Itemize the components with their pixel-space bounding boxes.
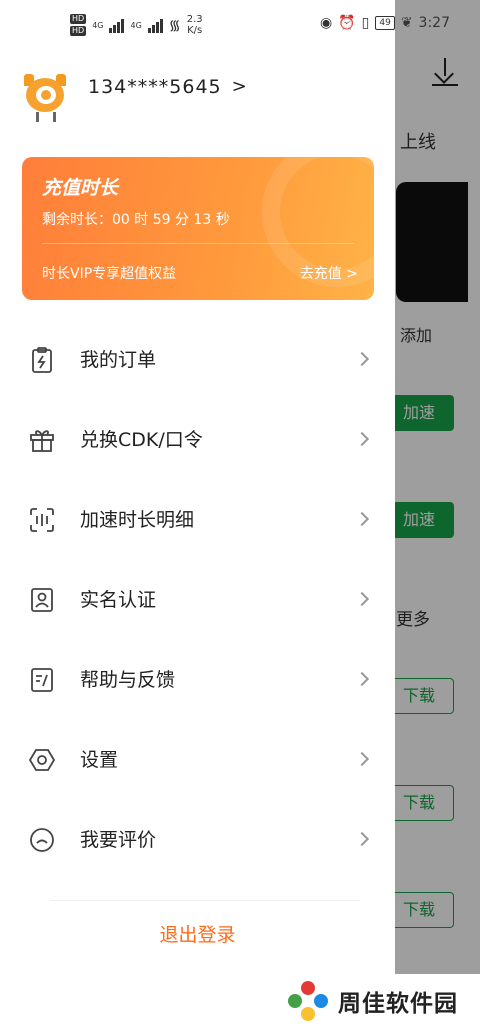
- signal-icon: [147, 17, 163, 33]
- scan-detail-icon: [30, 508, 54, 532]
- chevron-right-icon: [354, 751, 370, 767]
- wifi-icon: ᯾: [168, 17, 181, 34]
- battery-icon: 49: [375, 16, 395, 30]
- feedback-icon: [31, 668, 53, 692]
- hd-badge: HD: [70, 14, 87, 24]
- divider: [50, 900, 360, 901]
- hd-badge: HD: [70, 26, 87, 36]
- status-left: HD HD 4G 4G ᯾ 2.3 K/s: [70, 14, 203, 36]
- id-card-icon: [31, 588, 53, 612]
- chevron-right-icon: [354, 351, 370, 367]
- card-divider: [42, 243, 354, 244]
- phone-number: 134****5645: [88, 76, 222, 98]
- menu-label: 实名认证: [80, 589, 157, 611]
- menu-item-my-orders[interactable]: 我的订单: [0, 320, 395, 400]
- menu-label: 帮助与反馈: [80, 669, 176, 691]
- hexagon-settings-icon: [28, 749, 56, 771]
- hd-badges: HD HD: [70, 14, 87, 36]
- chevron-right-icon: >: [231, 76, 247, 97]
- gift-icon: [30, 430, 54, 452]
- menu-label: 设置: [80, 749, 119, 771]
- chevron-right-icon: [354, 511, 370, 527]
- chevron-right-icon: [354, 591, 370, 607]
- drawer-menu: 我的订单 兑换CDK/口令 加速时长明细 实名认证 帮助与反馈 设置 我要评价: [0, 320, 395, 880]
- vip-benefits-text: 时长VIP专享超值权益: [42, 266, 177, 282]
- watermark-logo-icon: [286, 979, 330, 1023]
- menu-item-time-details[interactable]: 加速时长明细: [0, 480, 395, 560]
- menu-label: 兑换CDK/口令: [80, 429, 203, 451]
- signal-icon: [109, 17, 125, 33]
- clock-time: 3:27: [418, 15, 450, 31]
- side-drawer: 134****5645 > 充值时长 剩余时长：00 时 59 分 13 秒 时…: [0, 0, 395, 1027]
- menu-label: 我要评价: [80, 829, 157, 851]
- status-right: ◉ ⏰ ▯ 49 ❦ 3:27: [320, 15, 450, 31]
- status-bar: HD HD 4G 4G ᯾ 2.3 K/s ◉ ⏰ ▯ 49 ❦ 3:27: [0, 0, 480, 48]
- chevron-right-icon: [354, 671, 370, 687]
- remaining-time: 剩余时长：00 时 59 分 13 秒: [42, 212, 230, 228]
- avatar: [24, 72, 68, 124]
- user-profile[interactable]: 134****5645 >: [24, 72, 364, 128]
- recharge-button[interactable]: 去充值 >: [300, 263, 358, 283]
- watermark: 周佳软件园: [280, 974, 480, 1027]
- eye-comfort-icon: ◉: [319, 15, 333, 31]
- watermark-text: 周佳软件园: [338, 990, 458, 1017]
- menu-label: 加速时长明细: [80, 509, 195, 531]
- chevron-right-icon: [354, 831, 370, 847]
- menu-item-rate-us[interactable]: 我要评价: [0, 800, 395, 880]
- network-speed: 2.3 K/s: [186, 14, 203, 36]
- clipboard-bolt-icon: [32, 347, 52, 373]
- menu-label: 我的订单: [80, 349, 157, 371]
- menu-item-help-feedback[interactable]: 帮助与反馈: [0, 640, 395, 720]
- logout-button[interactable]: 退出登录: [0, 920, 395, 947]
- recharge-card[interactable]: 充值时长 剩余时长：00 时 59 分 13 秒 时长VIP专享超值权益 去充值…: [22, 157, 374, 300]
- smile-icon: [30, 828, 54, 852]
- menu-item-real-name[interactable]: 实名认证: [0, 560, 395, 640]
- menu-item-redeem-cdk[interactable]: 兑换CDK/口令: [0, 400, 395, 480]
- leaf-icon: ❦: [400, 15, 413, 31]
- alarm-icon: ⏰: [338, 15, 356, 31]
- network-type: 4G: [130, 20, 142, 30]
- vibrate-icon: ▯: [361, 15, 370, 31]
- chevron-right-icon: [354, 431, 370, 447]
- network-type: 4G: [92, 20, 104, 30]
- menu-item-settings[interactable]: 设置: [0, 720, 395, 800]
- card-title: 充值时长: [42, 177, 119, 199]
